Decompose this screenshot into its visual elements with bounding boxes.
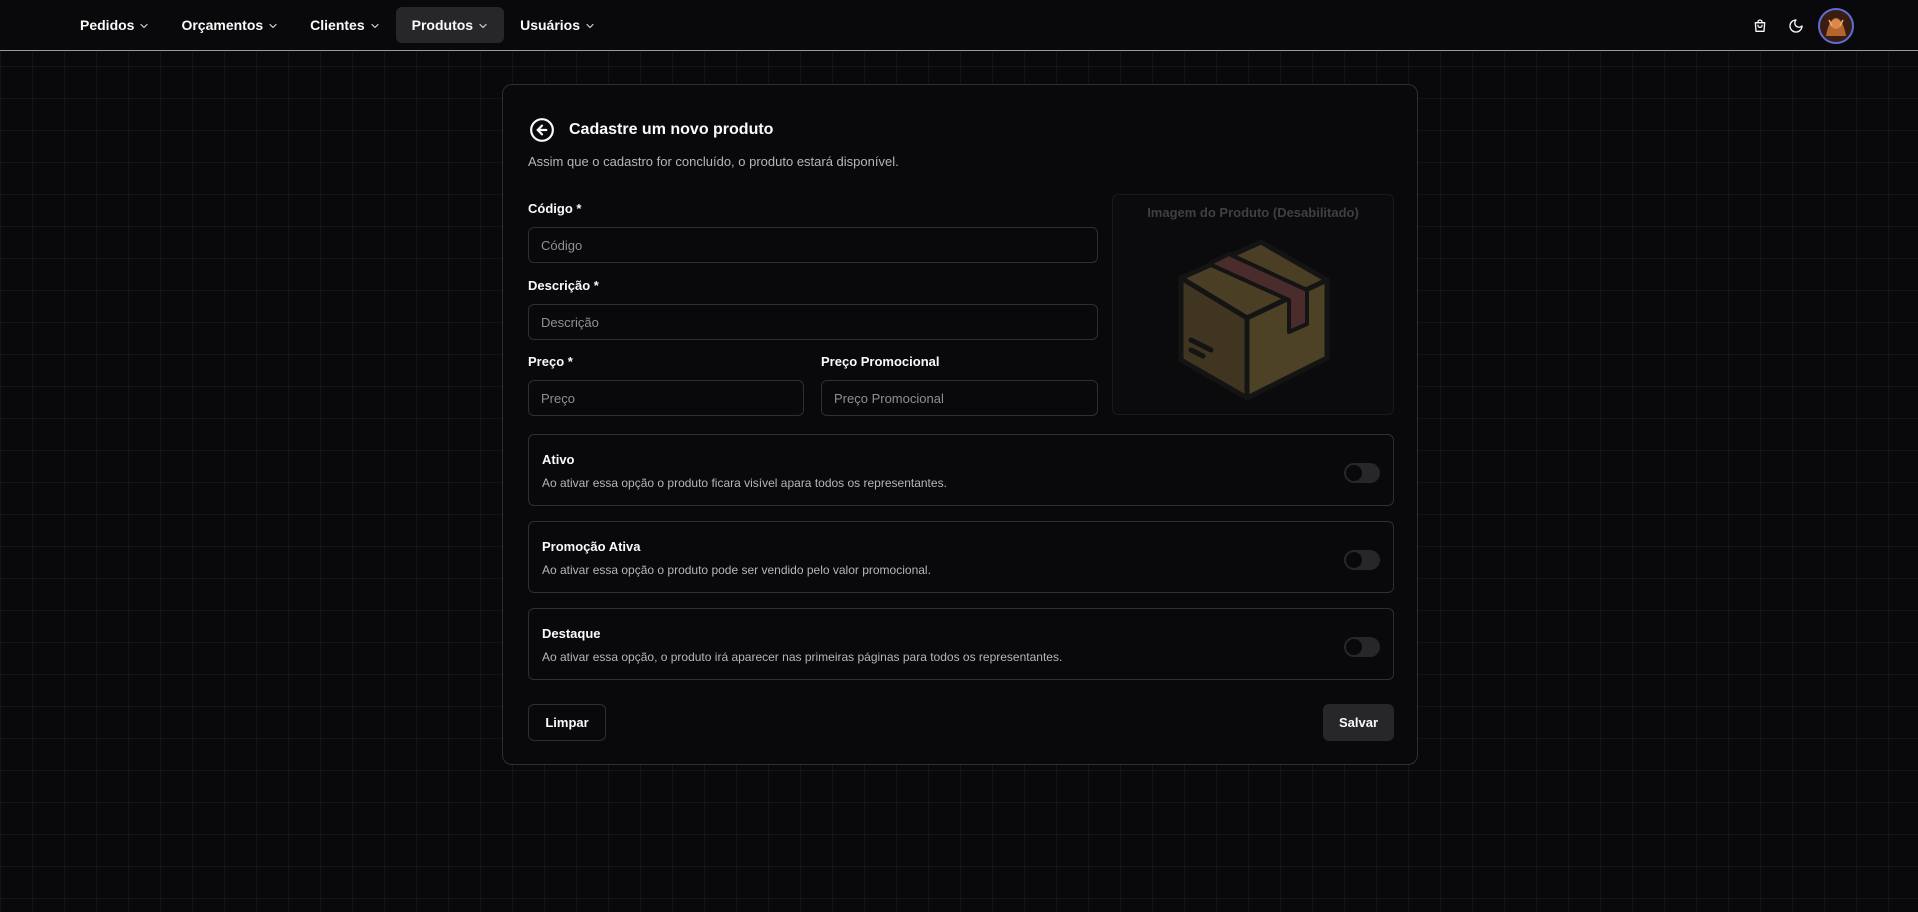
main-nav: Pedidos Orçamentos Clientes Produtos Usu… <box>64 7 611 43</box>
product-image-caption: Imagem do Produto (Desabilitado) <box>1147 205 1359 220</box>
toggle-row-ativo: Ativo Ao ativar essa opção o produto fic… <box>528 434 1394 506</box>
cart-button[interactable] <box>1742 9 1778 43</box>
nav-item-label: Produtos <box>411 17 474 33</box>
toggle-description: Ao ativar essa opção o produto ficara vi… <box>542 476 947 490</box>
destaque-switch[interactable] <box>1344 637 1380 657</box>
top-navigation-bar: Pedidos Orçamentos Clientes Produtos Usu… <box>0 0 1918 51</box>
moon-icon <box>1789 19 1803 33</box>
nav-item-label: Usuários <box>520 17 581 33</box>
ativo-switch[interactable] <box>1344 463 1380 483</box>
back-button[interactable] <box>529 117 555 143</box>
toggle-title: Ativo <box>542 452 575 467</box>
page-title: Cadastre um novo produto <box>569 121 774 138</box>
nav-item-label: Clientes <box>310 17 365 33</box>
avatar-image <box>1820 10 1852 42</box>
toggle-title: Promoção Ativa <box>542 539 641 554</box>
nav-item-clientes[interactable]: Clientes <box>294 7 395 43</box>
nav-actions <box>1742 8 1854 44</box>
codigo-input[interactable] <box>528 227 1098 263</box>
chevron-down-icon <box>479 23 487 28</box>
shopping-bag-icon <box>1754 19 1766 32</box>
clear-button[interactable]: Limpar <box>528 704 606 741</box>
chevron-down-icon <box>140 23 149 28</box>
nav-item-label: Pedidos <box>80 17 135 33</box>
nav-item-usuarios[interactable]: Usuários <box>504 7 611 43</box>
chevron-down-icon <box>371 23 379 28</box>
toggle-description: Ao ativar essa opção o produto pode ser … <box>542 563 931 577</box>
codigo-label: Código * <box>528 201 582 216</box>
nav-item-pedidos[interactable]: Pedidos <box>64 7 165 43</box>
avatar[interactable] <box>1818 8 1854 44</box>
theme-toggle-button[interactable] <box>1778 9 1814 43</box>
preco-promocional-input[interactable] <box>821 380 1098 416</box>
toggle-row-promocao-ativa: Promoção Ativa Ao ativar essa opção o pr… <box>528 521 1394 593</box>
chevron-down-icon <box>586 23 594 28</box>
arrow-left-circle-icon <box>530 118 554 142</box>
preco-promocional-label: Preço Promocional <box>821 354 940 369</box>
promocao-ativa-switch[interactable] <box>1344 550 1380 570</box>
save-button[interactable]: Salvar <box>1323 704 1394 741</box>
nav-item-orcamentos[interactable]: Orçamentos <box>165 7 294 43</box>
toggle-row-destaque: Destaque Ao ativar essa opção, o produto… <box>528 608 1394 680</box>
nav-item-produtos[interactable]: Produtos <box>395 7 505 43</box>
page-subtitle: Assim que o cadastro for concluído, o pr… <box>528 154 899 169</box>
package-box-icon <box>1178 239 1330 401</box>
product-image-upload: Imagem do Produto (Desabilitado) <box>1112 194 1394 415</box>
nav-item-label: Orçamentos <box>181 17 264 33</box>
new-product-card: Cadastre um novo produto Assim que o cad… <box>502 84 1418 765</box>
toggle-description: Ao ativar essa opção, o produto irá apar… <box>542 650 1063 664</box>
preco-label: Preço * <box>528 354 573 369</box>
chevron-down-icon <box>269 23 277 28</box>
toggle-title: Destaque <box>542 626 601 641</box>
preco-input[interactable] <box>528 380 804 416</box>
descricao-input[interactable] <box>528 304 1098 340</box>
card-header: Cadastre um novo produto <box>529 117 773 143</box>
descricao-label: Descrição * <box>528 278 599 293</box>
